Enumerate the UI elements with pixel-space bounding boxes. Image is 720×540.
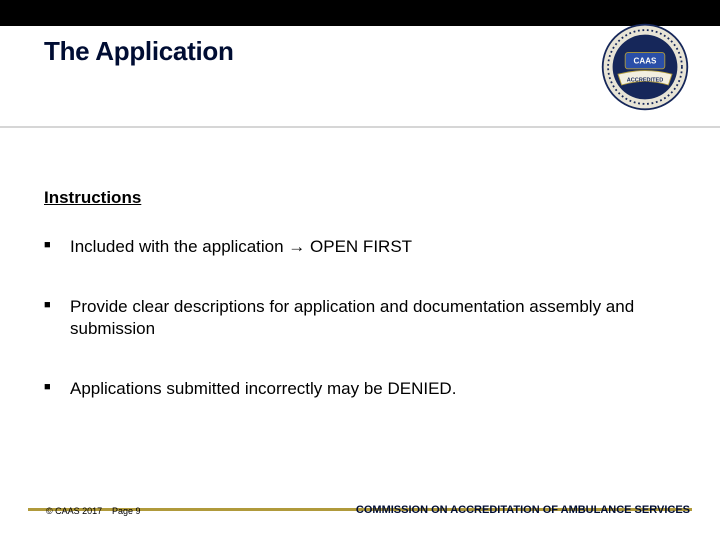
list-item: Applications submitted incorrectly may b… — [44, 378, 674, 400]
section-subtitle: Instructions — [44, 188, 141, 208]
slide: The Application CAAS ACCREDITED — [0, 0, 720, 540]
title-area: The Application — [44, 36, 674, 67]
page-title: The Application — [44, 36, 674, 67]
footer-copyright: © CAAS 2017 — [46, 506, 102, 516]
list-item: Included with the application → OPEN FIR… — [44, 236, 674, 258]
caas-logo: CAAS ACCREDITED — [600, 22, 690, 112]
list-item: Provide clear descriptions for applicati… — [44, 296, 674, 340]
divider-line — [0, 126, 720, 128]
footer-org: COMMISSION ON ACCREDITATION OF AMBULANCE… — [356, 504, 690, 516]
footer-page: Page 9 — [112, 506, 141, 516]
logo-bottom-label: ACCREDITED — [627, 77, 663, 83]
bullet-list: Included with the application → OPEN FIR… — [44, 236, 674, 438]
logo-top-label: CAAS — [634, 56, 658, 65]
